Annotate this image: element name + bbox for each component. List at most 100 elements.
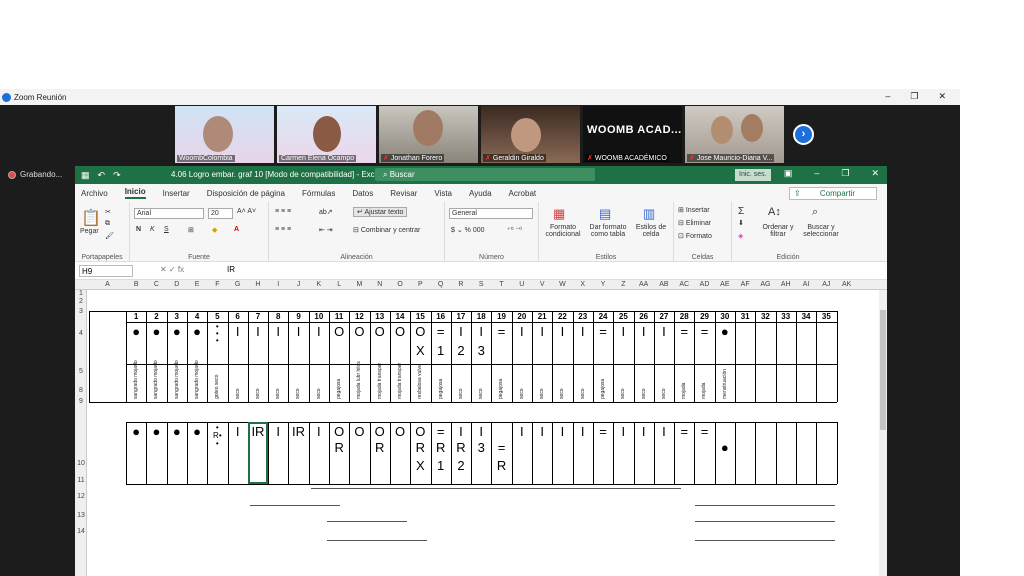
- undo-icon[interactable]: ↶: [98, 170, 106, 181]
- column-header[interactable]: M: [349, 281, 369, 288]
- column-header[interactable]: U: [512, 281, 532, 288]
- tab-insertar[interactable]: Insertar: [163, 189, 190, 198]
- delete-cells-button[interactable]: ⊟ Eliminar: [678, 219, 711, 227]
- tab-acrobat[interactable]: Acrobat: [509, 189, 537, 198]
- minimize-icon[interactable]: ‒: [814, 168, 819, 179]
- tab-datos[interactable]: Datos: [352, 189, 373, 198]
- participant-tile[interactable]: Carmen Elena Ocampo: [277, 106, 376, 163]
- borders-icon[interactable]: ⊞: [188, 226, 194, 234]
- minimize-button[interactable]: ‒: [885, 91, 890, 102]
- participant-tile[interactable]: ✗ Geraldin Giraldo: [481, 106, 580, 163]
- column-header[interactable]: Y: [593, 281, 613, 288]
- column-header[interactable]: B: [126, 281, 146, 288]
- formula-input[interactable]: IR: [227, 265, 235, 274]
- column-header[interactable]: D: [167, 281, 187, 288]
- format-cells-button[interactable]: ⊡ Formato: [678, 232, 712, 240]
- align-left-icon[interactable]: ≡ ≡ ≡: [275, 226, 291, 233]
- sort-filter-icon[interactable]: A↕: [768, 206, 781, 218]
- cut-icon[interactable]: ✂: [105, 208, 111, 216]
- next-page-arrow-icon[interactable]: ›: [793, 124, 814, 145]
- column-header[interactable]: AA: [634, 281, 654, 288]
- column-header[interactable]: C: [146, 281, 166, 288]
- search-box[interactable]: ⌕ Buscar: [375, 168, 595, 181]
- column-header[interactable]: F: [207, 281, 227, 288]
- column-header[interactable]: G: [228, 281, 248, 288]
- close-button[interactable]: ✕: [938, 91, 946, 102]
- autosum-icon[interactable]: Σ: [738, 206, 744, 217]
- column-header[interactable]: AG: [755, 281, 775, 288]
- row-header[interactable]: 3: [75, 308, 87, 315]
- participant-tile[interactable]: WoombColombia: [175, 106, 274, 163]
- column-header[interactable]: AB: [654, 281, 674, 288]
- row-header[interactable]: 14: [75, 528, 87, 535]
- format-table-button[interactable]: Dar formato como tabla: [587, 224, 629, 238]
- conditional-format-icon[interactable]: ▦: [553, 206, 565, 222]
- conditional-format-button[interactable]: Formato condicional: [543, 224, 583, 238]
- column-header[interactable]: P: [410, 281, 430, 288]
- column-header[interactable]: R: [451, 281, 471, 288]
- tab-inicio[interactable]: Inicio: [124, 187, 146, 199]
- column-header[interactable]: I: [268, 281, 288, 288]
- copy-icon[interactable]: ⧉: [105, 220, 110, 228]
- close-icon[interactable]: ✕: [871, 168, 879, 179]
- column-header[interactable]: AH: [776, 281, 796, 288]
- row-header[interactable]: 13: [75, 512, 87, 519]
- row-header[interactable]: 5: [75, 368, 87, 375]
- italic-button[interactable]: K: [150, 226, 155, 233]
- merge-center-button[interactable]: ⊟ Combinar y centrar: [353, 226, 420, 234]
- column-header[interactable]: N: [370, 281, 390, 288]
- indent-icon[interactable]: ⇤ ⇥: [319, 226, 333, 234]
- column-header[interactable]: E: [187, 281, 207, 288]
- column-header[interactable]: AD: [694, 281, 714, 288]
- column-header[interactable]: AC: [674, 281, 694, 288]
- participant-tile[interactable]: WOOMB ACAD... ✗ WOOMB ACADÉMICO: [583, 106, 682, 163]
- column-header[interactable]: T: [491, 281, 511, 288]
- row-header[interactable]: 8: [75, 387, 87, 394]
- row-header[interactable]: 11: [75, 477, 87, 484]
- find-icon[interactable]: ⌕: [812, 206, 818, 219]
- maximize-button[interactable]: ❐: [910, 91, 918, 102]
- find-select-button[interactable]: Buscar y seleccionar: [800, 224, 842, 238]
- row-header[interactable]: 1: [75, 290, 87, 297]
- ribbon-display-icon[interactable]: ▣: [784, 168, 793, 179]
- row-header[interactable]: 2: [75, 298, 87, 305]
- bold-button[interactable]: N: [136, 226, 141, 233]
- table-format-icon[interactable]: ▤: [599, 206, 611, 222]
- column-header[interactable]: L: [329, 281, 349, 288]
- font-size-select[interactable]: 20: [208, 208, 233, 219]
- align-top-icon[interactable]: ≡ ≡ ≡: [275, 208, 291, 215]
- tab-vista[interactable]: Vista: [434, 189, 452, 198]
- row-header[interactable]: 10: [75, 460, 87, 467]
- cell-styles-button[interactable]: Estilos de celda: [631, 224, 671, 238]
- column-header[interactable]: AK: [837, 281, 857, 288]
- share-button[interactable]: ⇪ Compartir: [788, 187, 877, 200]
- participant-tile[interactable]: ✗ Jose Mauricio-Diana V...: [685, 106, 784, 163]
- vertical-scrollbar[interactable]: [879, 290, 887, 576]
- column-header[interactable]: AE: [715, 281, 735, 288]
- tab-formulas[interactable]: Fórmulas: [302, 189, 335, 198]
- tab-archivo[interactable]: Archivo: [81, 189, 108, 198]
- column-header[interactable]: V: [532, 281, 552, 288]
- column-header[interactable]: W: [552, 281, 572, 288]
- row-header[interactable]: 9: [75, 398, 87, 405]
- column-header[interactable]: A: [89, 281, 126, 288]
- row-header[interactable]: 12: [75, 493, 87, 500]
- fill-icon[interactable]: ⬇: [738, 219, 744, 227]
- number-format-select[interactable]: General: [449, 208, 533, 219]
- fill-color-icon[interactable]: ◆: [212, 226, 217, 234]
- fx-icon[interactable]: ✕ ✓ fx: [160, 265, 184, 274]
- restore-icon[interactable]: ❐: [841, 168, 849, 179]
- column-header[interactable]: S: [471, 281, 491, 288]
- font-grow-icon[interactable]: A˄ A˅: [237, 208, 256, 215]
- clear-icon[interactable]: ◈: [738, 232, 743, 240]
- participant-tile[interactable]: ✗ Jonathan Forero: [379, 106, 478, 163]
- underline-button[interactable]: S: [164, 226, 169, 233]
- name-box[interactable]: H9: [79, 265, 133, 277]
- column-header[interactable]: X: [573, 281, 593, 288]
- sign-in-button[interactable]: Inic. ses.: [735, 169, 771, 181]
- column-header[interactable]: H: [248, 281, 268, 288]
- font-name-select[interactable]: Arial: [134, 208, 204, 219]
- orientation-icon[interactable]: ab↗: [319, 208, 333, 216]
- recording-indicator[interactable]: Grabando...: [8, 170, 62, 179]
- column-header[interactable]: AJ: [816, 281, 836, 288]
